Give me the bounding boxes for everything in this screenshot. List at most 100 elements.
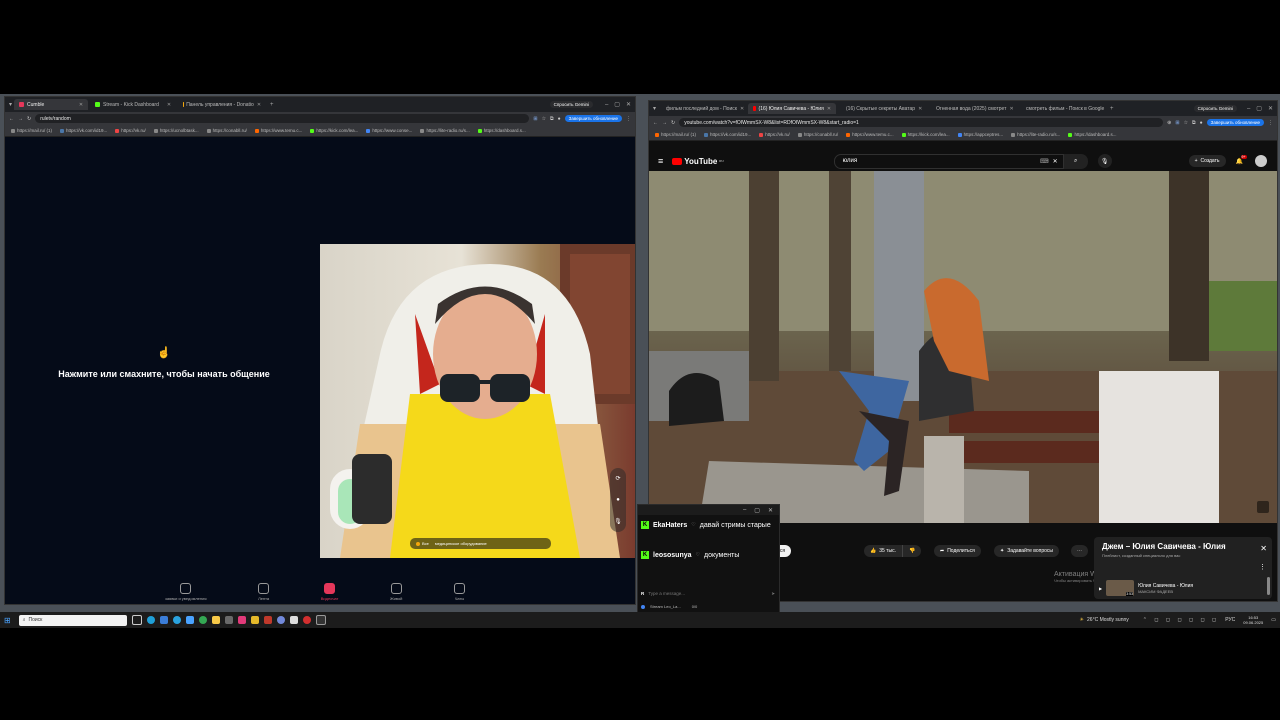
bookmark-item[interactable]: https://lite-radio.ru/s... bbox=[420, 128, 470, 133]
tiktok-icon[interactable] bbox=[237, 616, 246, 624]
profile-icon[interactable]: ● bbox=[558, 116, 561, 122]
left-tab-1[interactable]: Stream - Kick Dashboard ✕ bbox=[90, 99, 176, 110]
obs-icon[interactable] bbox=[315, 615, 326, 625]
left-tab-0[interactable]: Cumble ✕ bbox=[14, 99, 89, 110]
extensions-icon[interactable]: ⧉ bbox=[550, 116, 554, 122]
new-tab-icon[interactable]: + bbox=[270, 102, 274, 108]
menu-dots-icon[interactable]: ⋮ bbox=[626, 116, 631, 122]
close-tab-icon[interactable]: ✕ bbox=[1009, 106, 1013, 112]
bookmark-item[interactable]: https://dashboard.s... bbox=[477, 128, 526, 133]
new-tab-icon[interactable]: + bbox=[1110, 106, 1114, 112]
store-icon[interactable] bbox=[159, 616, 168, 624]
more-actions-button[interactable]: ⋯ bbox=[1071, 545, 1088, 557]
right-tab-2[interactable]: (16) Скрытые секреты Аватар ✕ bbox=[838, 103, 926, 114]
close-tab-icon[interactable]: ✕ bbox=[918, 106, 922, 112]
back-icon[interactable]: ← bbox=[653, 120, 658, 126]
bookmark-item[interactable]: https://vk.com/id19... bbox=[704, 132, 751, 137]
playlist-menu-icon[interactable]: ⋮ bbox=[1259, 563, 1266, 571]
gemini-button[interactable]: Спросить Gemini bbox=[1193, 105, 1237, 112]
opera-icon[interactable] bbox=[302, 616, 311, 624]
right-tab-3[interactable]: Огненная вода (2025) смотрет ✕ bbox=[928, 103, 1016, 114]
close-window-icon[interactable]: ✕ bbox=[768, 507, 773, 514]
filter-all-chip[interactable]: Все bbox=[416, 541, 429, 546]
like-button[interactable]: 👍 35 тыс. bbox=[864, 545, 902, 557]
fullscreen-icon[interactable] bbox=[1257, 501, 1269, 513]
chat-input[interactable]: Type a message... bbox=[648, 591, 767, 596]
bookmark-item[interactable]: https://kick.com/lea... bbox=[901, 132, 950, 137]
random-chat-page[interactable]: ☝ Нажмите или смахните, чтобы начать общ… bbox=[5, 137, 635, 604]
mic-icon[interactable]: 🎙 bbox=[614, 518, 622, 525]
bookmark-item[interactable]: https://conabll.ru/ bbox=[797, 132, 838, 137]
star-icon[interactable]: ☆ bbox=[1184, 120, 1188, 126]
url-field[interactable]: youtube.com/watch?v=fOIWmmSX-W8&list=RDf… bbox=[679, 118, 1164, 127]
bookmark-item[interactable]: https://www.temu.c... bbox=[254, 128, 302, 133]
photos-icon[interactable] bbox=[185, 616, 194, 624]
bookmark-item[interactable]: https://mail.ru/ (1) bbox=[11, 128, 52, 133]
playlist-item[interactable]: ▶ 3:53 Юлия Савичева - Юлия МАКСИМ ФАДЕЕ… bbox=[1099, 579, 1259, 597]
taskbar-search[interactable]: ⌕ Поиск bbox=[18, 614, 127, 626]
minimize-icon[interactable]: – bbox=[743, 507, 746, 513]
language-indicator[interactable]: РУС bbox=[1225, 617, 1235, 623]
nav-item-live[interactable]: Живой bbox=[390, 583, 402, 601]
ask-button[interactable]: ✦ Задавайте вопросы bbox=[994, 545, 1060, 557]
playlist-scrollbar[interactable] bbox=[1267, 577, 1270, 595]
translate-icon[interactable]: ⊞ bbox=[533, 116, 537, 122]
zoom-icon[interactable]: ⊕ bbox=[1167, 120, 1171, 126]
dislike-button[interactable]: 👎 bbox=[901, 545, 922, 557]
close-tab-icon[interactable]: ✕ bbox=[79, 102, 83, 108]
edge-icon[interactable] bbox=[146, 616, 155, 624]
share-button[interactable]: ➦ Поделиться bbox=[934, 545, 981, 557]
bookmark-item[interactable]: https://vk.ru/ bbox=[759, 132, 790, 137]
forward-icon[interactable]: → bbox=[662, 120, 667, 126]
bookmark-item[interactable]: https://kick.com/lea... bbox=[310, 128, 358, 133]
minimize-icon[interactable]: – bbox=[1247, 106, 1250, 112]
close-tab-icon[interactable]: ✕ bbox=[827, 106, 831, 112]
update-button[interactable]: Завершить обновление bbox=[1206, 119, 1264, 126]
back-icon[interactable]: ← bbox=[9, 116, 14, 122]
settings-dot-icon[interactable]: ● bbox=[616, 497, 620, 503]
avatar[interactable] bbox=[1255, 155, 1267, 167]
menu-dots-icon[interactable]: ⋮ bbox=[1268, 120, 1273, 126]
telegram-icon[interactable] bbox=[172, 616, 181, 624]
nav-item-feed[interactable]: Лента bbox=[258, 583, 269, 601]
gemini-button[interactable]: Спросить Gemini bbox=[549, 101, 593, 108]
close-window-icon[interactable]: ✕ bbox=[626, 101, 631, 108]
youtube-search-box[interactable]: юлия ⌨ ✕ bbox=[833, 153, 1064, 169]
roblox-icon[interactable] bbox=[289, 616, 298, 624]
translate-icon[interactable]: ⊞ bbox=[1175, 120, 1179, 126]
notifications-icon[interactable]: 🔔 9+ bbox=[1236, 154, 1247, 165]
hamburger-menu-icon[interactable]: ≡ bbox=[658, 156, 663, 166]
app-icon[interactable] bbox=[224, 616, 233, 624]
bookmark-item[interactable]: https://lite-radio.ru/s... bbox=[1011, 132, 1060, 137]
youtube-search-button[interactable]: ⌕ bbox=[1063, 153, 1088, 169]
minimize-icon[interactable]: – bbox=[605, 102, 608, 108]
notification-center-icon[interactable]: ▭ bbox=[1271, 617, 1276, 623]
bookmark-item[interactable]: https://www.temu.c... bbox=[846, 132, 894, 137]
reload-icon[interactable]: ↻ bbox=[671, 120, 675, 126]
maximize-icon[interactable]: ▢ bbox=[1256, 105, 1262, 112]
update-button[interactable]: Завершить обновление bbox=[564, 115, 622, 122]
left-tab-2[interactable]: Панель управления - Donatio ✕ bbox=[178, 99, 266, 110]
star-icon[interactable]: ☆ bbox=[542, 116, 546, 122]
nav-item-chats[interactable]: Чаты bbox=[454, 583, 465, 601]
chat-username[interactable]: EkaHaters bbox=[653, 522, 687, 529]
nav-item-video-chat[interactable]: Видеочат bbox=[321, 583, 338, 601]
bookmark-item[interactable]: https://vk.ru/ bbox=[115, 128, 146, 133]
tab-search-icon[interactable]: ▾ bbox=[653, 105, 656, 112]
profile-icon[interactable]: ● bbox=[1200, 120, 1203, 126]
maximize-icon[interactable]: ▢ bbox=[614, 101, 620, 108]
maximize-icon[interactable]: ▢ bbox=[754, 507, 760, 514]
forward-icon[interactable]: → bbox=[18, 116, 23, 122]
close-tab-icon[interactable]: ✕ bbox=[167, 102, 171, 108]
right-tab-0[interactable]: фильм последний дом - Поиск ✕ bbox=[658, 103, 746, 114]
reload-icon[interactable]: ↻ bbox=[27, 116, 31, 122]
close-playlist-icon[interactable]: ✕ bbox=[1260, 544, 1267, 553]
bookmark-item[interactable]: https://www.conse... bbox=[366, 128, 412, 133]
weather-widget[interactable]: ☀ 26°C Mostly sunny bbox=[1080, 617, 1129, 623]
right-tab-4[interactable]: смотреть фильм - Поиск в Google✕ bbox=[1018, 103, 1106, 114]
youtube-logo[interactable]: YouTube RU bbox=[672, 157, 724, 166]
nav-item-requests[interactable]: заявки и уведомления bbox=[165, 583, 206, 601]
windows-start-icon[interactable]: ⊞ bbox=[4, 616, 11, 625]
url-field[interactable]: ruletv/random bbox=[35, 114, 530, 123]
bookmark-item[interactable]: https://conabll.ru/ bbox=[206, 128, 247, 133]
